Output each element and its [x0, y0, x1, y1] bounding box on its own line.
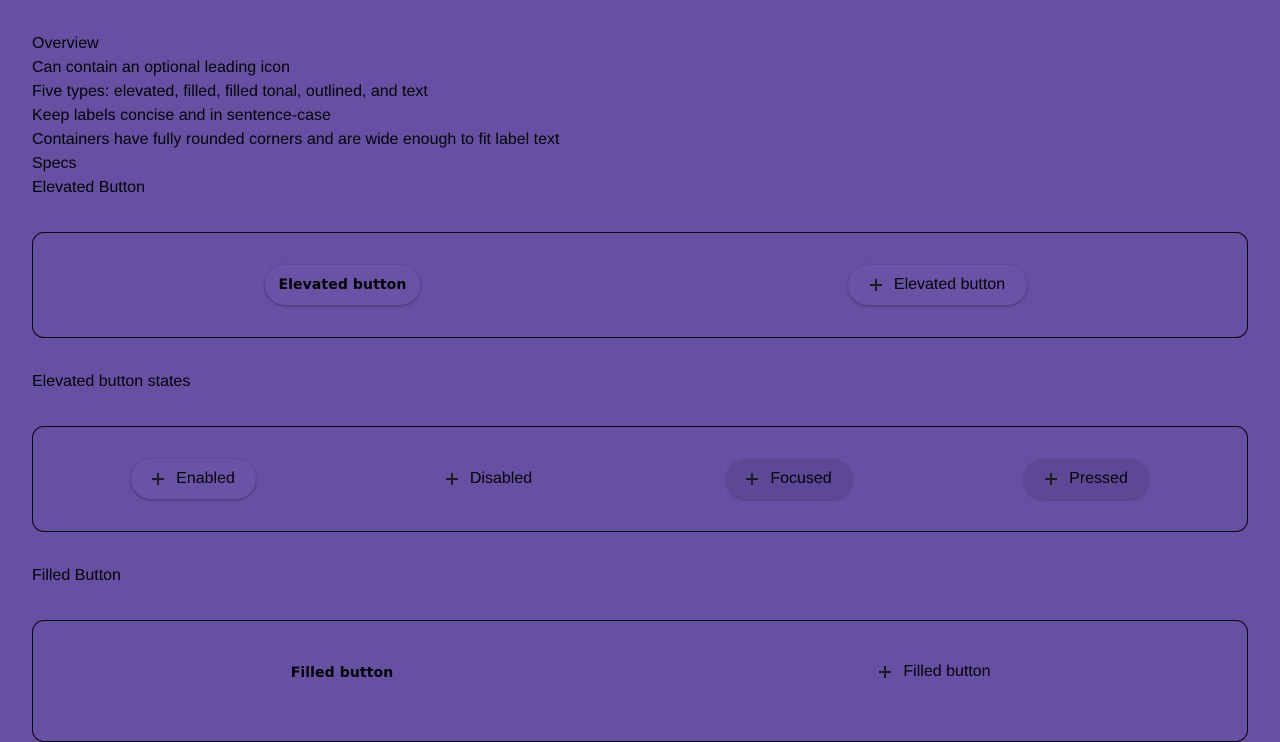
focused-state-button[interactable]: Focused — [726, 459, 852, 499]
enabled-state-label: Enabled — [176, 470, 235, 487]
filled-demo-panel: Filled button Filled button — [32, 620, 1248, 742]
filled-button-with-icon[interactable]: Filled button — [863, 652, 1007, 692]
specs-heading: Specs — [32, 155, 77, 172]
pressed-state-label: Pressed — [1069, 470, 1128, 487]
elevated-button[interactable]: Elevated button — [265, 265, 420, 305]
intro-text: Overview Can contain an optional leading… — [32, 32, 559, 200]
elevated-demo-panel: Elevated button Elevated button — [32, 232, 1248, 338]
elevated-button-with-icon-label: Elevated button — [893, 276, 1006, 293]
elevated-button-with-icon[interactable]: Elevated button — [848, 265, 1027, 305]
elevated-states-panel: Enabled Disabled Focused Pressed — [32, 426, 1248, 532]
elevated-button-label: Elevated button — [278, 277, 407, 293]
enabled-state-button[interactable]: Enabled — [131, 459, 256, 499]
plus-icon — [879, 666, 892, 678]
disabled-state-button: Disabled — [427, 459, 551, 499]
plus-icon — [152, 473, 165, 485]
filled-button[interactable]: Filled button — [273, 653, 411, 693]
elevated-button-heading: Elevated Button — [32, 179, 145, 196]
elevated-states-heading: Elevated button states — [32, 373, 191, 390]
plus-icon — [1045, 473, 1058, 485]
plus-icon — [445, 473, 458, 485]
plus-icon — [869, 279, 882, 291]
intro-point-leading-icon: Can contain an optional leading icon — [32, 59, 290, 76]
filled-button-heading: Filled Button — [32, 567, 121, 584]
plus-icon — [746, 473, 759, 485]
intro-point-types: Five types: elevated, filled, filled ton… — [32, 83, 428, 100]
filled-button-with-icon-label: Filled button — [903, 663, 991, 680]
intro-point-containers: Containers have fully rounded corners an… — [32, 131, 560, 148]
disabled-state-label: Disabled — [469, 470, 533, 487]
filled-button-label: Filled button — [290, 665, 394, 681]
intro-point-labels: Keep labels concise and in sentence-case — [32, 107, 331, 124]
pressed-state-button[interactable]: Pressed — [1024, 459, 1149, 499]
overview-heading: Overview — [32, 35, 99, 52]
focused-state-label: Focused — [770, 470, 832, 487]
